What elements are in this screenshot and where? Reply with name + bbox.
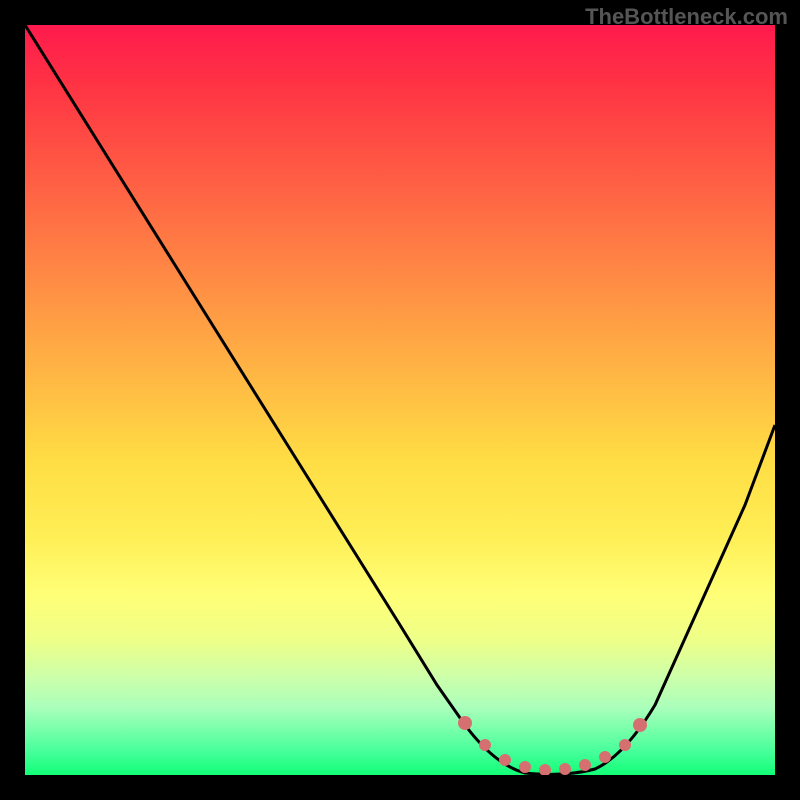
marker-dot <box>519 761 531 773</box>
marker-dot <box>579 759 591 771</box>
marker-dot <box>499 754 511 766</box>
marker-dot <box>479 739 491 751</box>
marker-dot <box>619 739 631 751</box>
marker-dot <box>633 718 647 732</box>
watermark-text: TheBottleneck.com <box>585 4 788 30</box>
optimal-range-markers <box>25 25 775 775</box>
marker-dot <box>599 751 611 763</box>
marker-dot <box>559 763 571 775</box>
marker-dot <box>458 716 472 730</box>
marker-dot <box>539 764 551 775</box>
chart-plot-area <box>25 25 775 775</box>
